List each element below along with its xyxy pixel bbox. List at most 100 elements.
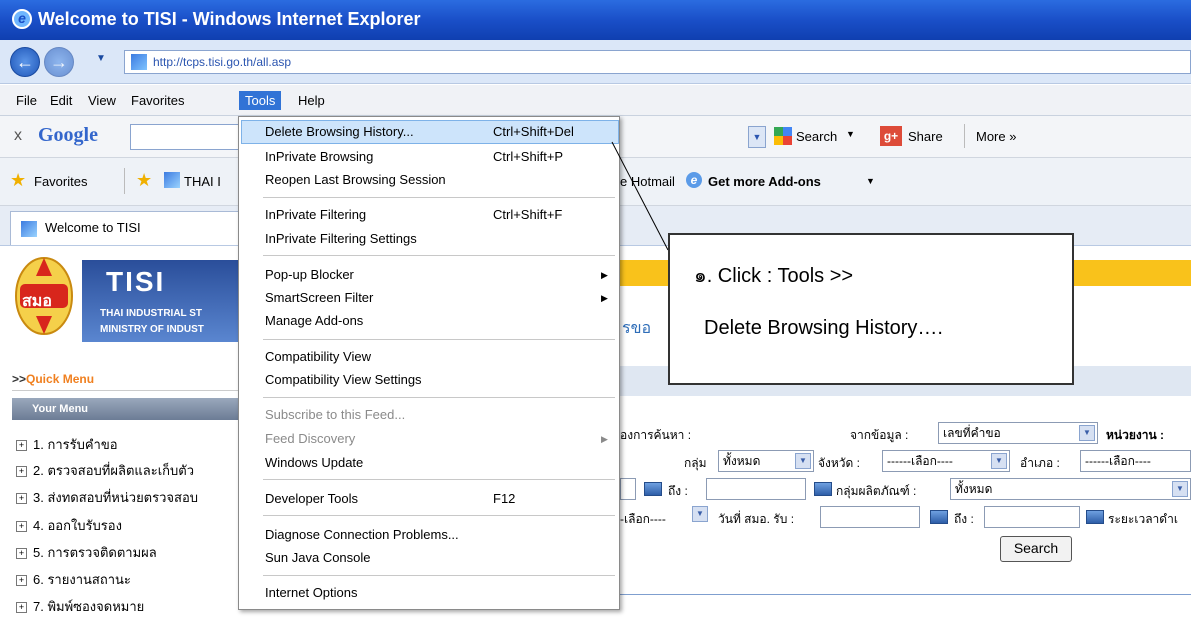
province-select[interactable]: ------เลือก---- ▼ bbox=[882, 450, 1010, 472]
expand-icon[interactable]: + bbox=[16, 466, 27, 478]
menu-separator bbox=[263, 515, 615, 516]
calendar-icon[interactable] bbox=[644, 482, 662, 496]
menu-item-compatibility-view[interactable]: Compatibility View bbox=[265, 349, 371, 364]
sidebar-item-label: 3. ส่งทดสอบที่หน่วยตรวจสอบ bbox=[33, 490, 199, 505]
group-select[interactable]: ทั้งหมด ▼ bbox=[718, 450, 814, 472]
product-group-select[interactable]: ทั้งหมด ▼ bbox=[950, 478, 1191, 500]
toolbar-divider bbox=[964, 124, 965, 148]
menu-item-inprivate-browsing[interactable]: InPrivate Browsing bbox=[265, 149, 373, 164]
tisi-header-panel: TISI THAI INDUSTRIAL ST MINISTRY OF INDU… bbox=[82, 260, 242, 342]
expand-icon[interactable]: + bbox=[16, 493, 27, 505]
from-data-value: เลขที่คำขอ bbox=[943, 426, 1001, 440]
chevron-down-icon[interactable]: ▼ bbox=[846, 129, 855, 139]
menu-item-manage-addons[interactable]: Manage Add-ons bbox=[265, 313, 363, 328]
expand-icon[interactable]: + bbox=[16, 440, 27, 452]
favorites-star-icon: ★ bbox=[10, 170, 27, 190]
menu-item-internet-options[interactable]: Internet Options bbox=[265, 585, 358, 600]
chevron-down-icon: ▼ bbox=[1079, 425, 1095, 441]
favorite-thai-link[interactable]: THAI I bbox=[184, 174, 221, 189]
calendar-icon[interactable] bbox=[930, 510, 948, 524]
expand-icon[interactable]: + bbox=[16, 521, 27, 533]
sidebar-item-label: 1. การรับคำขอ bbox=[33, 437, 118, 452]
menu-separator bbox=[263, 479, 615, 480]
product-group-label: กลุ่มผลิตภัณฑ์ : bbox=[836, 484, 917, 498]
sidebar-item-4[interactable]: +4. ออกใบรับรอง bbox=[16, 515, 122, 536]
menu-edit[interactable]: Edit bbox=[44, 91, 78, 110]
window-title: Welcome to TISI - Windows Internet Explo… bbox=[38, 9, 421, 29]
sidebar-item-3[interactable]: +3. ส่งทดสอบที่หน่วยตรวจสอบ bbox=[16, 487, 198, 508]
address-bar[interactable]: http://tcps.tisi.go.th/all.asp bbox=[124, 50, 1191, 74]
sidebar-item-1[interactable]: +1. การรับคำขอ bbox=[16, 434, 118, 455]
shortcut-developer-tools: F12 bbox=[493, 491, 516, 506]
google-search-input[interactable] bbox=[130, 124, 240, 150]
menu-view[interactable]: View bbox=[82, 91, 122, 110]
district-select[interactable]: ------เลือก---- bbox=[1080, 450, 1191, 472]
menu-separator bbox=[263, 397, 615, 398]
tisi-wordmark: TISI bbox=[106, 266, 166, 297]
close-toolbar-icon[interactable]: x bbox=[14, 127, 22, 145]
ie-logo-icon: e bbox=[12, 9, 32, 29]
menu-item-windows-update[interactable]: Windows Update bbox=[265, 455, 363, 470]
quick-menu-heading[interactable]: >>Quick Menu bbox=[12, 372, 94, 386]
sidebar-item-2[interactable]: +2. ตรวจสอบที่ผลิตและเก็บตัว bbox=[16, 460, 194, 481]
tab-welcome[interactable]: Welcome to TISI bbox=[10, 211, 240, 245]
google-logo: Google bbox=[38, 124, 98, 146]
to-label: ถึง : bbox=[668, 484, 688, 498]
calendar-icon[interactable] bbox=[1086, 510, 1104, 524]
sidebar-item-7[interactable]: +7. พิมพ์ซองจดหมาย bbox=[16, 596, 144, 617]
search-dropdown-icon[interactable]: ▼ bbox=[748, 126, 766, 148]
menu-item-reopen-session[interactable]: Reopen Last Browsing Session bbox=[265, 172, 446, 187]
menu-file[interactable]: File bbox=[10, 91, 43, 110]
sidebar-item-6[interactable]: +6. รายงานสถานะ bbox=[16, 569, 131, 590]
menu-tools[interactable]: Tools bbox=[239, 91, 282, 110]
expand-icon[interactable]: + bbox=[16, 548, 27, 560]
share-button[interactable]: Share bbox=[908, 129, 943, 144]
submenu-arrow-icon: ▶ bbox=[601, 293, 608, 303]
duration-label: ระยะเวลาดำเ bbox=[1108, 512, 1178, 526]
back-button[interactable]: ← bbox=[10, 47, 40, 77]
google-search-button[interactable]: Search bbox=[796, 129, 837, 144]
recent-pages-dropdown-icon[interactable]: ▼ bbox=[96, 53, 106, 64]
receive-date-to-input[interactable] bbox=[984, 506, 1080, 528]
menu-item-delete-browsing-history[interactable]: Delete Browsing History... bbox=[265, 124, 414, 139]
search-button[interactable]: Search bbox=[1000, 536, 1072, 562]
expand-icon[interactable]: + bbox=[16, 575, 27, 587]
menu-item-subscribe-feed: Subscribe to this Feed... bbox=[265, 407, 406, 422]
from-data-select[interactable]: เลขที่คำขอ ▼ bbox=[938, 422, 1098, 444]
receive-date-input[interactable] bbox=[820, 506, 920, 528]
menu-favorites[interactable]: Favorites bbox=[125, 91, 190, 110]
more-button[interactable]: More » bbox=[976, 129, 1016, 144]
menu-item-inprivate-filtering[interactable]: InPrivate Filtering bbox=[265, 207, 366, 222]
date-from-input[interactable] bbox=[620, 478, 636, 500]
agency-name-line2: MINISTRY OF INDUST bbox=[100, 324, 204, 335]
select-value[interactable]: -เลือก---- bbox=[620, 510, 666, 529]
menu-item-developer-tools[interactable]: Developer Tools bbox=[265, 491, 358, 506]
menu-item-compatibility-view-settings[interactable]: Compatibility View Settings bbox=[265, 372, 422, 387]
menu-item-sun-java-console[interactable]: Sun Java Console bbox=[265, 550, 371, 565]
menu-item-diagnose-connection[interactable]: Diagnose Connection Problems... bbox=[265, 527, 459, 542]
hotmail-link[interactable]: e Hotmail bbox=[620, 174, 675, 189]
menu-item-inprivate-filtering-settings[interactable]: InPrivate Filtering Settings bbox=[265, 231, 417, 246]
unit-label: หน่วยงาน : bbox=[1106, 428, 1165, 442]
add-favorite-icon[interactable]: ★ bbox=[136, 170, 152, 191]
forward-button[interactable]: → bbox=[44, 47, 74, 77]
get-addons-link[interactable]: Get more Add-ons bbox=[708, 174, 821, 189]
favorites-button[interactable]: Favorites bbox=[34, 174, 87, 189]
chevron-down-icon[interactable]: ▼ bbox=[866, 176, 875, 186]
expand-icon[interactable]: + bbox=[16, 602, 27, 614]
shortcut-inprivate-browsing: Ctrl+Shift+P bbox=[493, 149, 564, 164]
menu-help[interactable]: Help bbox=[292, 91, 331, 110]
menu-item-popup-blocker[interactable]: Pop-up Blocker bbox=[265, 267, 354, 282]
calendar-icon[interactable] bbox=[814, 482, 832, 496]
callout-line-1: ๑. Click : Tools >> bbox=[694, 265, 854, 287]
menu-item-feed-discovery: Feed Discovery bbox=[265, 431, 356, 446]
address-url: http://tcps.tisi.go.th/all.asp bbox=[153, 55, 292, 69]
sidebar-item-5[interactable]: +5. การตรวจติดตามผล bbox=[16, 542, 157, 563]
menu-item-smartscreen-filter[interactable]: SmartScreen Filter bbox=[265, 290, 373, 305]
receive-date-label: วันที่ สมอ. รับ : bbox=[718, 512, 795, 526]
date-to-input[interactable] bbox=[706, 478, 806, 500]
shortcut-inprivate-filtering: Ctrl+Shift+F bbox=[493, 207, 563, 222]
search-label: องการค้นหา : bbox=[620, 428, 692, 442]
chevron-down-icon[interactable]: ▼ bbox=[692, 506, 708, 522]
agency-name-line1: THAI INDUSTRIAL ST bbox=[100, 308, 203, 319]
